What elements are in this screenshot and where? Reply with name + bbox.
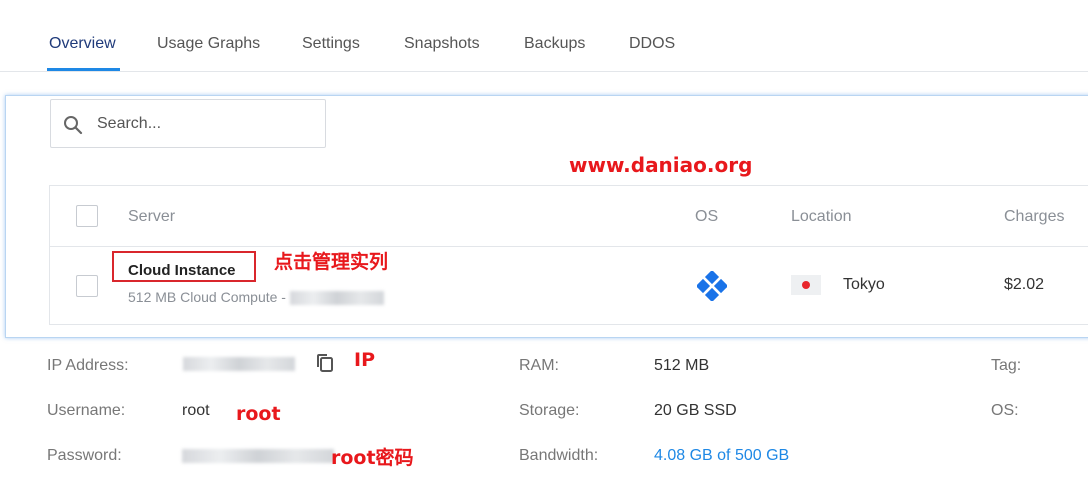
ram-label: RAM: xyxy=(519,357,559,374)
tab-settings[interactable]: Settings xyxy=(302,35,360,53)
tag-label: Tag: xyxy=(991,357,1022,374)
annotation-password: root密码 xyxy=(331,447,414,469)
os-label: OS: xyxy=(991,402,1019,419)
tab-usage-graphs[interactable]: Usage Graphs xyxy=(157,35,260,53)
table-header: Server OS Location Charges xyxy=(50,186,1088,247)
japan-flag-icon xyxy=(791,275,821,295)
select-all-checkbox[interactable] xyxy=(76,205,98,227)
storage-label: Storage: xyxy=(519,402,580,419)
bandwidth-link[interactable]: 4.08 GB of 500 GB xyxy=(654,447,789,465)
tab-backups[interactable]: Backups xyxy=(524,35,585,53)
annotation-manage: 点击管理实列 xyxy=(274,251,389,273)
server-plan: 512 MB Cloud Compute - xyxy=(128,289,290,305)
os-logo-icon xyxy=(697,271,727,301)
search-box[interactable] xyxy=(50,99,326,148)
redacted-password xyxy=(182,449,334,463)
server-list-card: www.daniao.org Server OS Location Charge… xyxy=(5,95,1088,338)
redacted-ip xyxy=(183,357,295,371)
server-subtitle: 512 MB Cloud Compute - xyxy=(128,289,384,306)
header-os: OS xyxy=(695,208,719,225)
tab-ddos[interactable]: DDOS xyxy=(629,35,675,53)
location-value: Tokyo xyxy=(843,276,885,293)
search-icon xyxy=(64,116,83,135)
header-location: Location xyxy=(791,208,852,225)
search-input[interactable] xyxy=(97,112,317,136)
table-row[interactable]: Cloud Instance 点击管理实列 512 MB Cloud Compu… xyxy=(50,247,1088,325)
password-label: Password: xyxy=(47,447,122,464)
watermark-text: www.daniao.org xyxy=(569,153,753,177)
tab-bar: Overview Usage Graphs Settings Snapshots… xyxy=(0,0,1088,72)
bandwidth-label: Bandwidth: xyxy=(519,447,599,464)
header-server: Server xyxy=(128,208,176,225)
username-label: Username: xyxy=(47,402,126,419)
storage-value: 20 GB SSD xyxy=(654,402,737,419)
annotation-root: root xyxy=(236,403,281,425)
tab-overview[interactable]: Overview xyxy=(49,35,116,53)
ip-address-label: IP Address: xyxy=(47,357,129,374)
active-tab-indicator xyxy=(47,68,120,71)
row-checkbox[interactable] xyxy=(76,275,98,297)
header-charges: Charges xyxy=(1004,208,1065,225)
copy-icon[interactable] xyxy=(314,352,336,374)
redacted-hostname xyxy=(289,291,384,306)
annotation-ip: IP xyxy=(354,349,375,371)
username-value: root xyxy=(182,402,210,419)
server-name-link[interactable]: Cloud Instance xyxy=(128,262,236,279)
server-table: Server OS Location Charges Cloud Instanc… xyxy=(49,185,1088,325)
ram-value: 512 MB xyxy=(654,357,710,374)
charges-value: $2.02 xyxy=(1004,276,1045,293)
tab-snapshots[interactable]: Snapshots xyxy=(404,35,480,53)
